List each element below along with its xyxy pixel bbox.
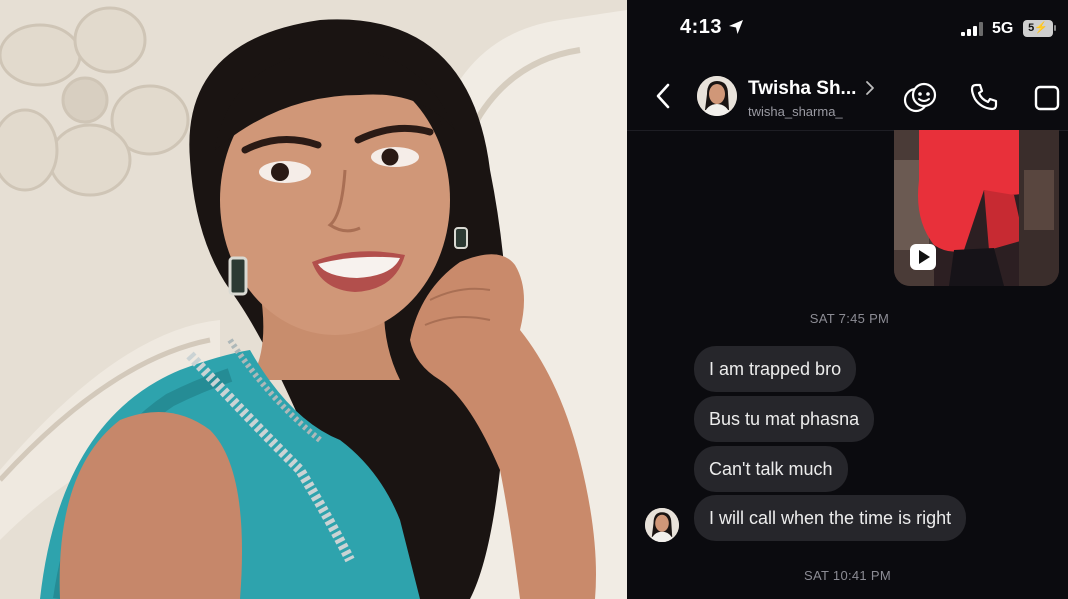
charging-bolt-icon: ⚡ bbox=[1034, 22, 1048, 34]
profile-photo bbox=[0, 0, 627, 599]
message-bubble[interactable]: I will call when the time is right bbox=[694, 495, 967, 541]
phone-icon[interactable] bbox=[969, 82, 999, 112]
cellular-signal-icon bbox=[961, 22, 983, 36]
status-time: 4:13 bbox=[680, 16, 723, 38]
chat-header: Twisha Sh... twisha_sharma_ bbox=[627, 62, 1068, 131]
sender-avatar-image bbox=[645, 508, 679, 542]
battery-charging-icon: 5⚡ bbox=[1023, 20, 1053, 37]
battery-tip bbox=[1054, 25, 1056, 31]
message-bubble[interactable]: I am trapped bro bbox=[694, 346, 857, 392]
chat-screen: 4:13 5G 5⚡ Twisha Sh... twisha_sharma_ S… bbox=[627, 0, 1068, 599]
sticker-icon[interactable] bbox=[903, 82, 937, 114]
video-message-thumbnail[interactable] bbox=[894, 130, 1059, 286]
status-bar: 4:13 5G 5⚡ bbox=[627, 0, 1068, 56]
contact-name[interactable]: Twisha Sh... bbox=[748, 78, 856, 100]
back-chevron-icon[interactable] bbox=[651, 82, 677, 110]
network-label: 5G bbox=[992, 20, 1014, 37]
play-icon[interactable] bbox=[909, 243, 937, 271]
photo-illustration bbox=[0, 0, 627, 599]
sender-avatar[interactable] bbox=[645, 508, 679, 542]
avatar[interactable] bbox=[697, 76, 737, 116]
video-icon[interactable] bbox=[1034, 85, 1060, 111]
avatar-image bbox=[697, 76, 737, 116]
chevron-right-icon[interactable] bbox=[864, 80, 876, 96]
message-bubble[interactable]: Can't talk much bbox=[694, 446, 848, 492]
contact-username: twisha_sharma_ bbox=[748, 104, 843, 119]
message-bubble[interactable]: Bus tu mat phasna bbox=[694, 396, 875, 442]
location-arrow-icon bbox=[729, 20, 743, 34]
timestamp: SAT 10:41 PM bbox=[804, 568, 891, 583]
timestamp: SAT 7:45 PM bbox=[809, 311, 890, 326]
